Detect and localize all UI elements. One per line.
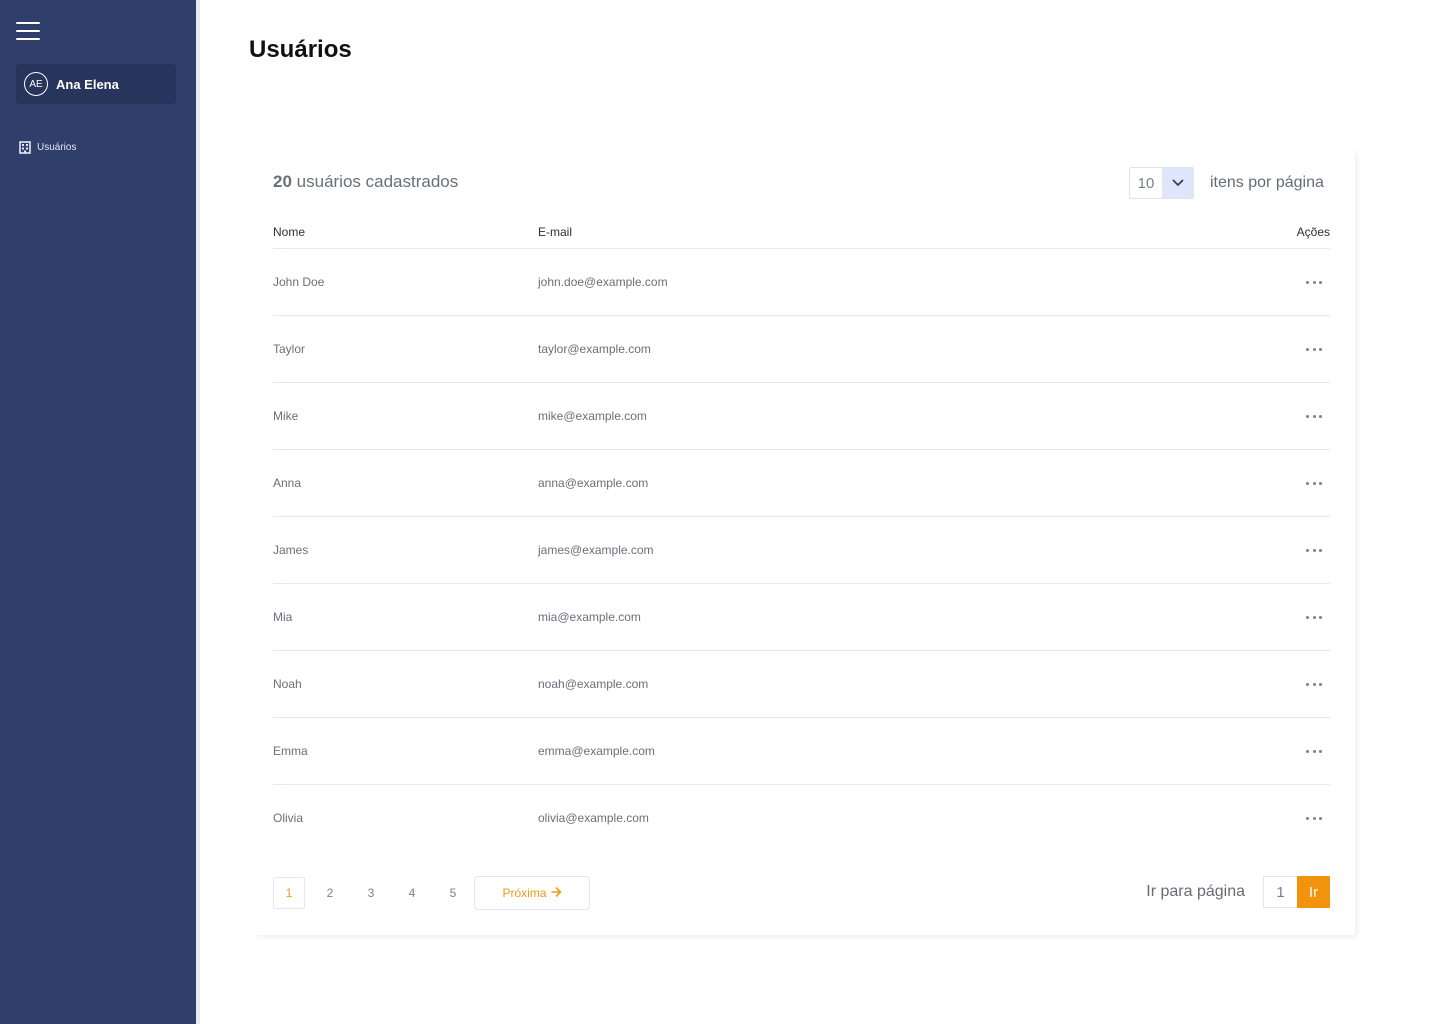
more-horizontal-icon[interactable]	[1306, 743, 1322, 759]
cell-name: Mike	[273, 409, 299, 423]
users-count-number: 20	[273, 172, 292, 191]
sidebar-divider	[196, 0, 200, 1024]
avatar: AE	[24, 72, 48, 96]
cell-name: Olivia	[273, 811, 304, 825]
cell-email: olivia@example.com	[538, 811, 649, 825]
table-row: Noah noah@example.com	[273, 651, 1330, 718]
table-row: Anna anna@example.com	[273, 450, 1330, 517]
page-button-1[interactable]: 1	[273, 877, 305, 909]
cell-name: Mia	[273, 610, 293, 624]
column-header-email: E-mail	[538, 225, 573, 239]
table-body: John Doe john.doe@example.com Taylor tay…	[273, 249, 1330, 852]
users-count-label: usuários cadastrados	[296, 172, 459, 191]
cell-name: John Doe	[273, 275, 325, 289]
table-row: James james@example.com	[273, 517, 1330, 584]
cell-email: taylor@example.com	[538, 342, 651, 356]
column-header-actions: Ações	[1296, 225, 1330, 239]
building-icon	[19, 141, 31, 154]
cell-name: Noah	[273, 677, 302, 691]
users-table: Nome E-mail Ações John Doe john.doe@exam…	[273, 222, 1330, 852]
cell-name: Emma	[273, 744, 308, 758]
cell-email: john.doe@example.com	[538, 275, 668, 289]
items-per-page-select[interactable]: 10	[1129, 167, 1194, 199]
user-name: Ana Elena	[56, 76, 119, 92]
hamburger-icon[interactable]	[16, 22, 40, 42]
cell-email: james@example.com	[538, 543, 654, 557]
cell-email: mike@example.com	[538, 409, 647, 423]
items-per-page-label: itens por página	[1210, 174, 1324, 191]
column-header-name: Nome	[273, 225, 306, 239]
page-button-4[interactable]: 4	[396, 877, 428, 909]
more-horizontal-icon[interactable]	[1306, 810, 1322, 826]
table-row: John Doe john.doe@example.com	[273, 249, 1330, 316]
go-to-page-label: Ir para página	[1146, 883, 1245, 900]
more-horizontal-icon[interactable]	[1306, 274, 1322, 290]
cell-email: mia@example.com	[538, 610, 641, 624]
next-page-button[interactable]: Próxima	[474, 876, 590, 910]
more-horizontal-icon[interactable]	[1306, 408, 1322, 424]
cell-email: noah@example.com	[538, 677, 649, 691]
chevron-down-icon[interactable]	[1162, 168, 1193, 198]
more-horizontal-icon[interactable]	[1306, 676, 1322, 692]
items-per-page: 10 itens por página	[1129, 167, 1324, 199]
table-row: Emma emma@example.com	[273, 718, 1330, 785]
cell-name: James	[273, 543, 309, 557]
table-row: Mia mia@example.com	[273, 584, 1330, 651]
more-horizontal-icon[interactable]	[1306, 609, 1322, 625]
users-card: 20 usuários cadastrados 10 itens por pág…	[255, 150, 1355, 935]
more-horizontal-icon[interactable]	[1306, 341, 1322, 357]
table-row: Olivia olivia@example.com	[273, 785, 1330, 852]
pagination: 1 2 3 4 5 Próxima	[273, 876, 590, 910]
page-title: Usuários	[249, 36, 352, 63]
more-horizontal-icon[interactable]	[1306, 475, 1322, 491]
sidebar-item-label: Usuários	[37, 142, 77, 153]
sidebar-item-usuarios[interactable]: Usuários	[19, 141, 76, 154]
sidebar: AE Ana Elena Usuários	[0, 0, 196, 1024]
cell-email: emma@example.com	[538, 744, 655, 758]
page-button-5[interactable]: 5	[437, 877, 469, 909]
items-per-page-value: 10	[1137, 174, 1155, 192]
cell-name: Taylor	[273, 342, 306, 356]
arrow-right-icon	[550, 886, 562, 900]
table-header: Nome E-mail Ações	[273, 222, 1330, 249]
users-count: 20 usuários cadastrados	[273, 172, 458, 192]
table-row: Taylor taylor@example.com	[273, 316, 1330, 383]
cell-email: anna@example.com	[538, 476, 649, 490]
page-button-2[interactable]: 2	[314, 877, 346, 909]
table-row: Mike mike@example.com	[273, 383, 1330, 450]
go-to-page-button[interactable]: Ir	[1297, 876, 1330, 908]
page-button-3[interactable]: 3	[355, 877, 387, 909]
go-to-page-input[interactable]: 1	[1263, 876, 1297, 908]
user-profile-card[interactable]: AE Ana Elena	[16, 64, 176, 104]
go-to-page: Ir para página 1 Ir	[1146, 876, 1330, 908]
cell-name: Anna	[273, 476, 302, 490]
next-page-label: Próxima	[502, 886, 547, 900]
more-horizontal-icon[interactable]	[1306, 542, 1322, 558]
